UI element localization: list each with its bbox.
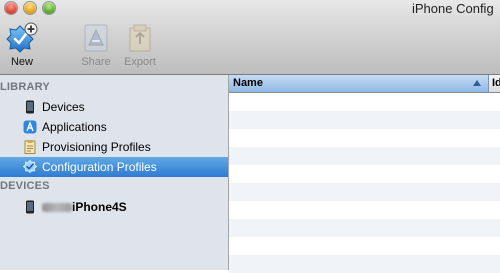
export-button[interactable]: Export	[118, 22, 162, 68]
devices-section-header: DEVICES	[0, 180, 50, 192]
sidebar-item-label: Applications	[42, 120, 107, 134]
new-button[interactable]: New	[0, 22, 44, 68]
sidebar-item-device-iphone4s[interactable]: iPhone4S	[0, 197, 228, 217]
sidebar-item-applications[interactable]: Applications	[0, 117, 228, 137]
share-button-label: Share	[81, 56, 111, 68]
sidebar-item-configuration-profiles[interactable]: Configuration Profiles	[0, 157, 228, 177]
sidebar-item-devices[interactable]: Devices	[0, 97, 228, 117]
close-window-button[interactable]	[5, 2, 17, 14]
column-header-label: Name	[233, 77, 263, 89]
column-header-name[interactable]: Name	[229, 75, 489, 93]
app-store-icon	[23, 120, 37, 134]
new-profile-icon	[6, 22, 38, 53]
table-rows	[229, 93, 500, 273]
sort-ascending-icon	[473, 80, 481, 86]
iphone-icon	[26, 200, 34, 214]
share-button[interactable]: Share	[74, 22, 118, 68]
provisioning-profile-icon	[24, 140, 36, 154]
export-icon	[129, 24, 151, 52]
sidebar-item-label: Configuration Profiles	[42, 160, 157, 174]
sidebar-item-label: iPhone4S	[42, 200, 127, 214]
table-row	[229, 165, 500, 183]
profiles-table: Name Id	[229, 75, 500, 273]
new-button-label: New	[10, 56, 33, 68]
sidebar-item-label: Devices	[42, 100, 85, 114]
share-icon	[84, 24, 108, 52]
window-title: iPhone Config	[412, 1, 494, 16]
zoom-window-button[interactable]	[43, 2, 55, 14]
device-name: iPhone4S	[72, 200, 127, 214]
window-toolbar: iPhone Config New Share Export	[0, 0, 500, 75]
minimize-window-button[interactable]	[24, 2, 36, 14]
table-row	[229, 93, 500, 111]
table-row	[229, 183, 500, 201]
sidebar-item-provisioning-profiles[interactable]: Provisioning Profiles	[0, 137, 228, 157]
table-row	[229, 129, 500, 147]
column-header-label: Id	[492, 77, 500, 89]
table-row	[229, 147, 500, 165]
device-name-redacted	[42, 203, 72, 213]
library-section-header: LIBRARY	[0, 81, 50, 93]
configuration-profile-icon	[23, 160, 37, 174]
table-row	[229, 237, 500, 255]
column-header-id[interactable]: Id	[489, 75, 500, 93]
sidebar: LIBRARY Devices Applications Provisionin…	[0, 75, 229, 270]
sidebar-item-label: Provisioning Profiles	[42, 140, 151, 154]
table-row	[229, 201, 500, 219]
table-row	[229, 111, 500, 129]
table-row	[229, 219, 500, 237]
table-row	[229, 255, 500, 273]
export-button-label: Export	[124, 56, 156, 68]
iphone-icon	[26, 100, 34, 114]
